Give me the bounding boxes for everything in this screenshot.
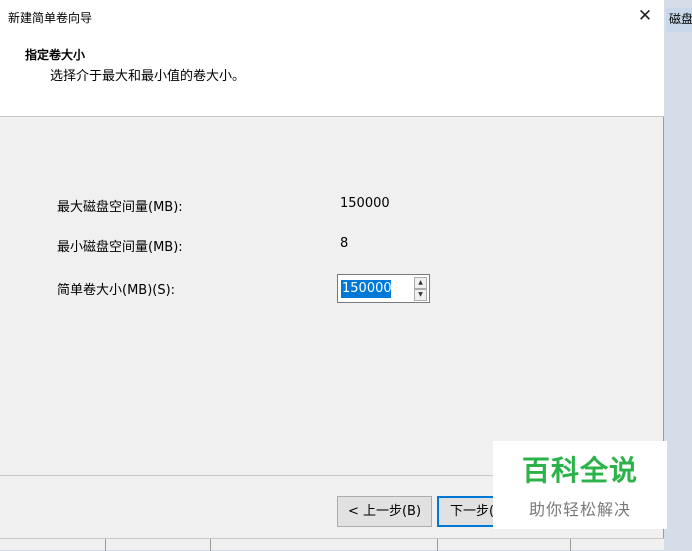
min-space-label: 最小磁盘空间量(MB): xyxy=(57,240,183,255)
strip-divider xyxy=(210,539,211,551)
background-window-label: 磁盘 xyxy=(666,8,692,32)
max-space-value: 150000 xyxy=(340,196,390,211)
max-space-label: 最大磁盘空间量(MB): xyxy=(57,200,183,215)
spin-up-button[interactable]: ▲ xyxy=(414,277,427,289)
volume-size-stepper[interactable]: ▲ ▼ xyxy=(337,274,430,303)
page-title: 指定卷大小 xyxy=(25,48,86,62)
strip-divider xyxy=(570,539,571,551)
window-title: 新建简单卷向导 xyxy=(8,11,93,25)
back-button[interactable]: < 上一步(B) xyxy=(337,496,432,527)
watermark-subtitle: 助你轻松解决 xyxy=(528,500,631,519)
page-subtitle: 选择介于最大和最小值的卷大小。 xyxy=(50,69,246,84)
min-space-value: 8 xyxy=(340,236,349,251)
close-icon: ✕ xyxy=(637,6,653,26)
watermark-badge: 百科全说 助你轻松解决 xyxy=(493,441,667,529)
strip-divider xyxy=(105,539,106,551)
watermark-title: 百科全说 xyxy=(521,454,638,487)
bottom-strip xyxy=(0,538,664,551)
wizard-header: 指定卷大小 选择介于最大和最小值的卷大小。 xyxy=(0,32,664,117)
arrow-up-icon: ▲ xyxy=(418,279,423,286)
volume-size-input[interactable] xyxy=(340,279,410,298)
volume-size-label: 简单卷大小(MB)(S): xyxy=(57,283,176,298)
close-button[interactable]: ✕ xyxy=(632,3,658,29)
spin-down-button[interactable]: ▼ xyxy=(414,289,427,301)
arrow-down-icon: ▼ xyxy=(418,291,423,298)
title-bar: 新建简单卷向导 ✕ xyxy=(0,0,664,32)
strip-divider xyxy=(437,539,438,551)
